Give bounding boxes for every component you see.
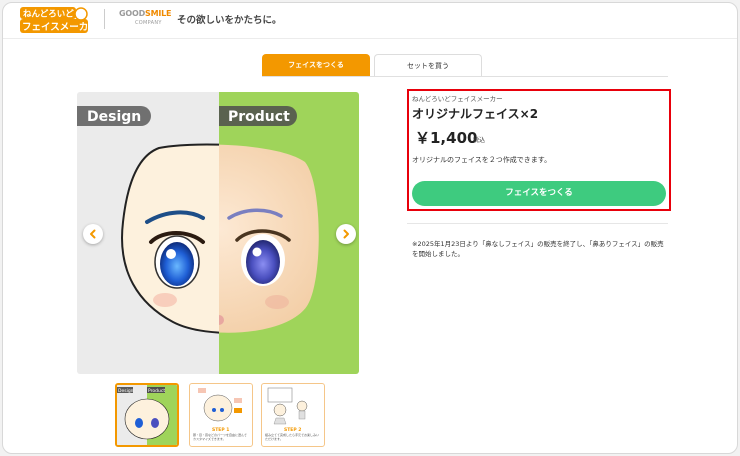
thumb1-label-b: Product: [148, 388, 165, 394]
site-header: ねんどろいど フェイスメーカー GOODSMILE COMPANY その欲しいを…: [3, 3, 737, 39]
tab-buy-set[interactable]: セットを買う: [374, 54, 482, 76]
gsc-good: GOOD: [119, 9, 146, 18]
carousel-prev-button[interactable]: [83, 224, 103, 244]
gsc-smile: SMILE: [145, 9, 172, 18]
tax-label: 税込: [473, 137, 486, 144]
chevron-left-icon: [90, 229, 96, 239]
chevron-right-icon: [343, 229, 349, 239]
logo-line1: ねんどろいど: [23, 9, 74, 20]
product-description: オリジナルのフェイスを２つ作成できます。: [412, 156, 552, 164]
thumb3-text: 組み立てて完成したら手元でお楽しみいただけます。: [265, 433, 320, 441]
tagline: その欲しいをかたちに。: [177, 15, 282, 26]
page-frame: ねんどろいど フェイスメーカー GOODSMILE COMPANY その欲しいを…: [2, 2, 738, 454]
label-product: Product: [228, 109, 290, 125]
good-smile-company-logo[interactable]: GOODSMILE COMPANY: [119, 9, 171, 31]
nendoroid-face-maker-logo[interactable]: ねんどろいど フェイスメーカー: [19, 6, 89, 34]
gallery-thumb-2[interactable]: STEP 1 顔・目・眉などのパーツを自由に選んでカスタマイズできます。: [189, 383, 253, 447]
product-main-image: Design Product: [77, 92, 359, 374]
logo-line2: フェイスメーカー: [22, 22, 89, 33]
info-divider: [407, 223, 668, 224]
carousel-next-button[interactable]: [336, 224, 356, 244]
tab-make-face[interactable]: フェイスをつくる: [262, 54, 370, 76]
product-title: オリジナルフェイス×2: [412, 107, 539, 121]
gallery-thumb-3[interactable]: STEP 2 組み立てて完成したら手元でお楽しみいただけます。: [261, 383, 325, 447]
gsc-company: COMPANY: [135, 20, 162, 26]
label-design: Design: [87, 109, 141, 125]
thumb1-label-a: Design: [118, 388, 134, 394]
sales-notice: ※2025年1月23日より「鼻なしフェイス」の販売を終了し、「鼻ありフェイス」の…: [412, 240, 664, 258]
product-price: ￥1,400: [415, 129, 478, 147]
tab-underline: [262, 76, 668, 77]
thumb2-text: 顔・目・眉などのパーツを自由に選んでカスタマイズできます。: [193, 433, 247, 441]
gallery-thumb-1[interactable]: Design Product: [115, 383, 179, 447]
header-divider: [104, 9, 105, 29]
make-face-button[interactable]: フェイスをつくる: [412, 181, 666, 206]
product-brand: ねんどろいどフェイスメーカー: [412, 95, 503, 103]
